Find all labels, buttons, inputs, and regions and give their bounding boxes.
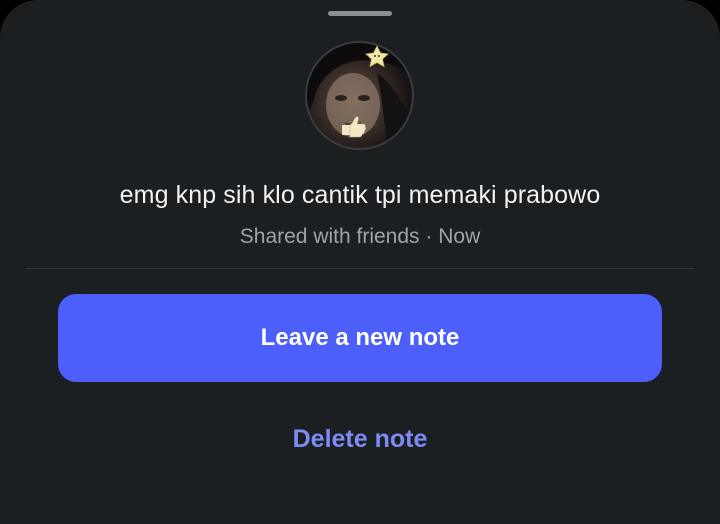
profile-avatar [305, 41, 414, 150]
delete-note-button[interactable]: Delete note [0, 425, 720, 454]
leave-new-note-button[interactable]: Leave a new note [58, 294, 662, 382]
divider [26, 268, 694, 269]
timestamp: Now [438, 225, 481, 248]
leave-new-note-label: Leave a new note [260, 324, 460, 351]
avatar-image [307, 43, 412, 148]
drag-handle[interactable] [328, 11, 392, 16]
note-meta: Shared with friends · Now [0, 225, 720, 249]
note-bottom-sheet: emg knp sih klo cantik tpi memaki prabow… [0, 0, 720, 524]
meta-separator: · [425, 225, 433, 248]
audience-label: Shared with friends [239, 225, 420, 248]
note-text: emg knp sih klo cantik tpi memaki prabow… [119, 181, 601, 209]
